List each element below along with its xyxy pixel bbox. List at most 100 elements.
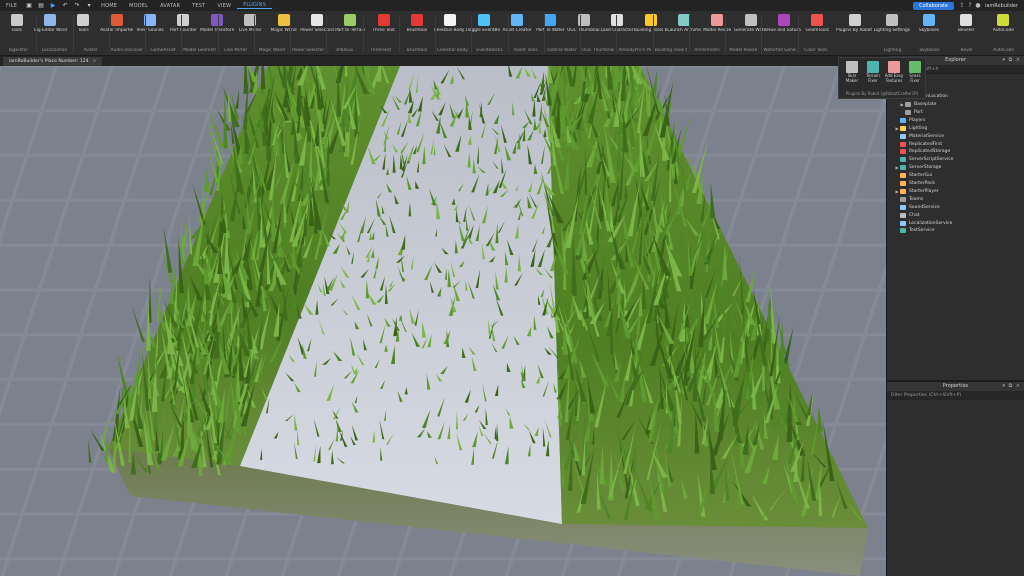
explorer-item[interactable]: Part <box>899 109 923 117</box>
panel-controls-icon[interactable]: ▾ ⧉ × <box>1003 382 1021 391</box>
explorer-item[interactable]: StarterPack <box>894 180 935 188</box>
sphere-icon <box>310 14 323 26</box>
add-easy-textures-icon <box>888 61 900 73</box>
ribbon-tool-16[interactable]: Part To Water <box>534 14 567 33</box>
terrain-fixer-button[interactable]: Terrain Fixer <box>863 61 883 83</box>
username-label[interactable]: iamRobuilder <box>985 3 1018 9</box>
menu-avatar[interactable]: AVATAR <box>154 3 186 9</box>
ribbon-tool-11[interactable]: Three Text <box>367 14 400 33</box>
explorer-item[interactable]: MaterialService <box>894 132 944 140</box>
cloud-icon <box>922 14 935 26</box>
ribbon-tool-15[interactable]: Asset Creator <box>500 14 533 33</box>
explorer-item[interactable]: ServerScriptService <box>894 156 953 164</box>
ribbon-right-tool-2[interactable]: Skyboxes <box>910 14 947 33</box>
explorer-item[interactable]: Players <box>894 116 925 124</box>
collaborate-button[interactable]: Collaborate <box>913 1 954 10</box>
3d-viewport[interactable] <box>0 66 886 576</box>
ribbon-tool-8[interactable]: Magic Wand <box>267 14 300 33</box>
menu-plugins[interactable]: PLUGINS <box>237 2 273 9</box>
explorer-item[interactable]: LocalizationService <box>894 219 952 227</box>
ribbon-tool-20[interactable]: Launch Archimedes <box>667 14 701 33</box>
lighting-icon <box>885 14 898 26</box>
help-icon[interactable]: ? <box>966 2 974 9</box>
undo-icon[interactable]: ↶ <box>62 2 68 9</box>
ribbon-tool-label: Celestial Body Dragger <box>433 28 467 33</box>
ribbon-tool-1[interactable]: Tag Editor Window <box>33 14 67 33</box>
menu-view[interactable]: VIEW <box>211 3 237 9</box>
explorer-item-label: StarterPack <box>909 181 935 187</box>
service-icon <box>900 181 906 187</box>
ribbon-group-label: Brushtool <box>406 48 428 53</box>
explorer-item[interactable]: ReplicatedStorage <box>894 148 950 156</box>
user-icon[interactable]: ● <box>974 2 982 9</box>
explorer-item[interactable]: Teams <box>894 195 923 203</box>
grass-fixer-icon <box>909 61 921 73</box>
grass-fixer-button[interactable]: Grass Fixer <box>905 61 925 83</box>
ribbon-tool-17[interactable]: UGC Thumbnail Tool <box>567 14 600 33</box>
play-icon[interactable]: ▶ <box>50 2 56 9</box>
menu-home[interactable]: HOME <box>95 3 123 9</box>
ribbon-right-tool-4[interactable]: AutoCode <box>985 14 1022 33</box>
add-easy-textures-button[interactable]: Add Easy Textures <box>884 61 904 83</box>
ribbon-tool-0[interactable]: Tools <box>0 14 33 33</box>
explorer-item[interactable]: ▶ Lighting <box>894 124 927 132</box>
explorer-item[interactable]: ReplicatedFirst <box>894 140 942 148</box>
quick-access-dropdown-icon[interactable]: ▾ <box>86 2 92 9</box>
menu-test[interactable]: TEST <box>186 3 211 9</box>
ribbon-group-separator <box>797 15 799 53</box>
ribbon-tool-12[interactable]: Brushtool <box>400 14 433 33</box>
ribbon-group-label: Outline Water <box>547 48 577 53</box>
explorer-item-label: ReplicatedFirst <box>909 141 943 147</box>
ribbon-group-label: Bevel <box>960 48 973 53</box>
close-tab-icon[interactable]: × <box>93 59 97 64</box>
ribbon-group-separator <box>326 15 328 53</box>
service-icon <box>900 212 906 218</box>
properties-filter-input[interactable]: Filter Properties (Ctrl+Shift+P) <box>887 391 1024 400</box>
ribbon-group-separator <box>652 15 654 53</box>
ribbon-group-separator <box>36 15 38 53</box>
service-icon <box>900 165 906 171</box>
place-tab[interactable]: iamRoBuilder's Place Number: 124 × <box>3 57 103 66</box>
ribbon-tool-13[interactable]: Celestial Body Dragger <box>434 14 467 33</box>
ribbon-tool-4[interactable]: View Sounds <box>133 14 166 33</box>
redo-icon[interactable]: ↷ <box>74 2 80 9</box>
explorer-item-label: Chat <box>909 212 920 218</box>
open-icon[interactable]: ▤ <box>38 2 44 9</box>
explorer-item[interactable]: SoundService <box>894 203 940 211</box>
ribbon-tool-23[interactable]: Hue and Saturation <box>767 14 801 33</box>
menu-file[interactable]: FILE <box>0 3 23 9</box>
panel-controls-icon[interactable]: ▾ ⧉ × <box>1003 56 1021 65</box>
ribbon-group-label: Asset Tools <box>513 48 538 53</box>
ribbon-group-label: AutoCode <box>993 48 1014 53</box>
explorer-item[interactable]: ▶ StarterPlayer <box>894 188 939 196</box>
avatar-icon <box>110 14 123 26</box>
ribbon-tool-3[interactable]: Avatar Importer <box>100 14 133 33</box>
explorer-item[interactable]: ▶ Baseplate <box>899 101 936 109</box>
ribbon-tool-21[interactable]: Model Resize <box>701 14 734 33</box>
ribbon-group-label: Skyboxes <box>919 48 940 53</box>
ribbon-tool-24[interactable]: GeomTools <box>801 14 834 33</box>
explorer-item[interactable]: TestService <box>894 227 935 235</box>
plugins-by-icon <box>848 14 861 26</box>
explorer-item-label: LocalizationService <box>909 220 953 226</box>
ribbon-right-tool-1[interactable]: Lighting Settings <box>873 14 910 33</box>
ribbon-group-label: Archimedes <box>694 48 720 53</box>
explorer-item[interactable]: Chat <box>894 211 920 219</box>
terrain-icon <box>344 14 357 26</box>
ribbon-right-tool-0[interactable]: Plugins By Robot (@RobotCrafter1P) <box>836 14 873 33</box>
menu-model[interactable]: MODEL <box>123 3 154 9</box>
ribbon-tool-label: Plugins By Robot (@RobotCrafter1P) <box>836 28 873 33</box>
explorer-item[interactable]: StarterGui <box>894 172 932 180</box>
ribbon-tool-19[interactable]: Building Tools by F3X <box>634 14 667 33</box>
explorer-item[interactable]: ▶ ServerStorage <box>894 164 941 172</box>
ribbon-tool-5[interactable]: Part Counter <box>167 14 200 33</box>
share-icon[interactable]: ⇪ <box>958 2 966 9</box>
ribbon-right-tool-3[interactable]: Beveler <box>948 14 985 33</box>
save-icon[interactable]: ▣ <box>26 2 32 9</box>
ribbon-tool-label: Hue and Saturation <box>767 28 801 33</box>
explorer-item-label: MaterialService <box>909 133 944 139</box>
skin-maker-button[interactable]: Skin Maker <box>842 61 862 83</box>
ribbon-tool-7[interactable]: Live Mirror <box>234 14 267 33</box>
explorer-item-label: StarterGui <box>909 173 933 179</box>
ribbon-tool-9[interactable]: Power Selectors <box>300 14 334 33</box>
